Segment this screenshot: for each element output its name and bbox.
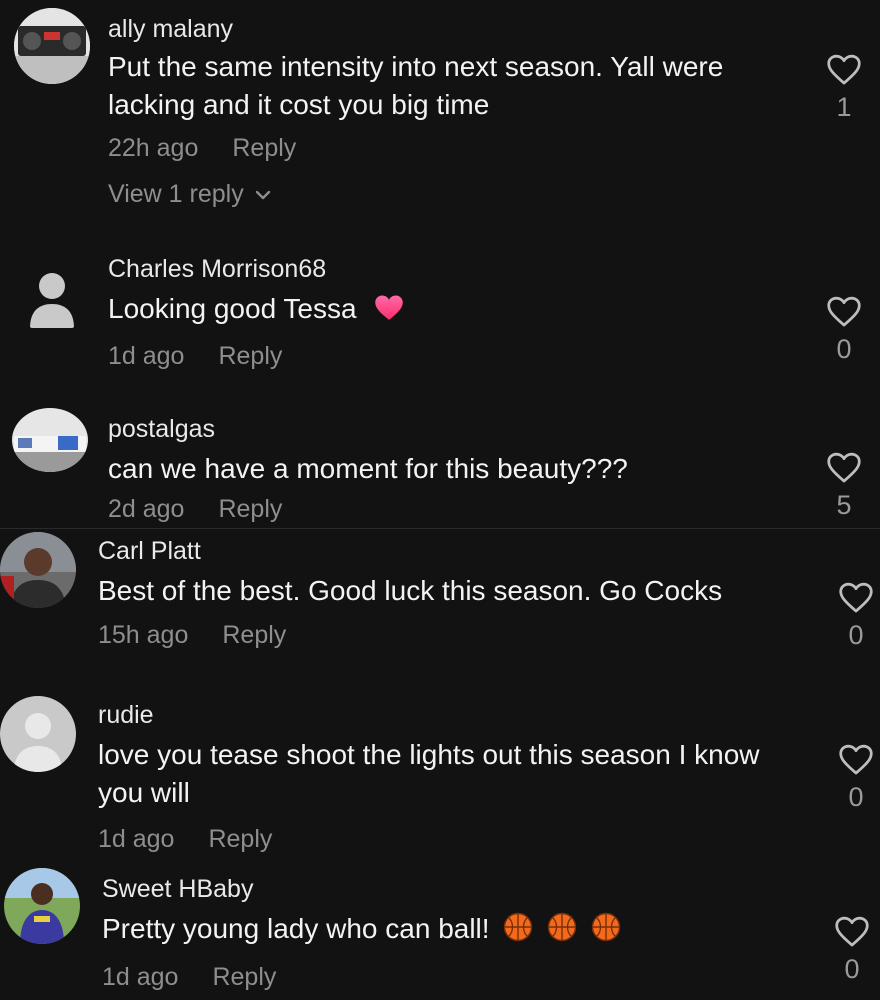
like-button[interactable]: 0 <box>834 744 878 813</box>
default-gray-avatar <box>0 696 76 772</box>
heart-outline-icon <box>835 916 869 947</box>
heart-outline-icon <box>827 54 861 85</box>
username[interactable]: rudie <box>98 700 788 730</box>
username[interactable]: postalgas <box>108 414 798 444</box>
comment-meta: 1d ago Reply <box>108 341 798 371</box>
like-count: 0 <box>844 954 860 984</box>
heart-outline-icon <box>827 296 861 327</box>
comment-meta: 15h ago Reply <box>98 620 818 650</box>
avatar[interactable] <box>4 868 80 944</box>
comment-text: Pretty young lady who can ball! <box>102 913 490 944</box>
truck-photo <box>12 408 88 472</box>
username[interactable]: Sweet HBaby <box>102 874 792 904</box>
comment-text-row: Looking good Tessa <box>108 290 798 332</box>
reply-button[interactable]: Reply <box>218 495 282 523</box>
heart-outline-icon <box>827 452 861 483</box>
heart-outline-icon <box>839 582 873 613</box>
pink-heart-icon <box>374 294 404 332</box>
like-count: 0 <box>848 620 864 650</box>
timestamp: 15h ago <box>98 621 189 649</box>
avatar[interactable] <box>14 258 90 334</box>
avatar[interactable] <box>14 8 90 84</box>
like-button[interactable]: 1 <box>822 54 866 123</box>
boombox-photo <box>14 8 90 84</box>
username[interactable]: Carl Platt <box>98 536 818 566</box>
comment-meta: 1d ago Reply <box>102 962 792 992</box>
view-replies-button[interactable]: View 1 reply <box>108 180 272 209</box>
reply-button[interactable]: Reply <box>208 825 272 853</box>
reply-button[interactable]: Reply <box>212 963 276 991</box>
heart-outline-icon <box>839 744 873 775</box>
comment-text: Looking good Tessa <box>108 293 357 324</box>
reply-button[interactable]: Reply <box>218 342 282 370</box>
username[interactable]: Charles Morrison68 <box>108 254 798 284</box>
comment-item: Sweet HBaby Pretty young lady who can ba… <box>0 862 880 1000</box>
timestamp: 1d ago <box>102 963 179 991</box>
like-count: 0 <box>848 782 864 812</box>
like-count: 5 <box>836 490 852 520</box>
avatar[interactable] <box>12 408 88 472</box>
timestamp: 22h ago <box>108 134 199 162</box>
timestamp: 1d ago <box>98 825 175 853</box>
timestamp: 1d ago <box>108 342 185 370</box>
comment-item: Carl Platt Best of the best. Good luck t… <box>0 530 880 690</box>
comment-item: rudie love you tease shoot the lights ou… <box>0 692 880 862</box>
basketball-icon <box>503 912 533 952</box>
comment-text: love you tease shoot the lights out this… <box>98 739 760 808</box>
comment-text: Best of the best. Good luck this season.… <box>98 575 723 606</box>
comment-item: Charles Morrison68 Looking good Tessa 1d… <box>0 248 880 388</box>
comment-text: Put the same intensity into next season.… <box>108 51 724 120</box>
comment-meta: 1d ago Reply <box>98 824 788 854</box>
like-count: 0 <box>836 334 852 364</box>
basketball-icon <box>547 912 577 952</box>
basketball-icon <box>591 912 621 952</box>
person-outdoors-photo <box>4 868 80 944</box>
comment-item: postalgas can we have a moment for this … <box>0 400 880 528</box>
chevron-down-icon <box>255 190 270 199</box>
comment-text: can we have a moment for this beauty??? <box>108 453 628 484</box>
comment-item: ally malany Put the same intensity into … <box>0 0 880 230</box>
username[interactable]: ally malany <box>108 14 798 44</box>
comment-text-row: Pretty young lady who can ball! <box>102 910 792 952</box>
comment-meta: 2d ago Reply <box>108 494 798 524</box>
like-count: 1 <box>836 92 852 122</box>
like-button[interactable]: 0 <box>822 296 866 365</box>
comment-meta: 22h ago Reply <box>108 133 798 163</box>
reply-button[interactable]: Reply <box>222 621 286 649</box>
like-button[interactable]: 0 <box>830 916 874 985</box>
like-button[interactable]: 0 <box>834 582 878 651</box>
reply-button[interactable]: Reply <box>232 134 296 162</box>
view-replies-label: View 1 reply <box>108 180 244 208</box>
like-button[interactable]: 5 <box>822 452 866 521</box>
timestamp: 2d ago <box>108 495 185 523</box>
man-photo <box>0 532 76 608</box>
section-divider <box>0 528 880 529</box>
avatar[interactable] <box>0 532 76 608</box>
avatar[interactable] <box>0 696 76 772</box>
default-person-icon <box>30 273 74 328</box>
